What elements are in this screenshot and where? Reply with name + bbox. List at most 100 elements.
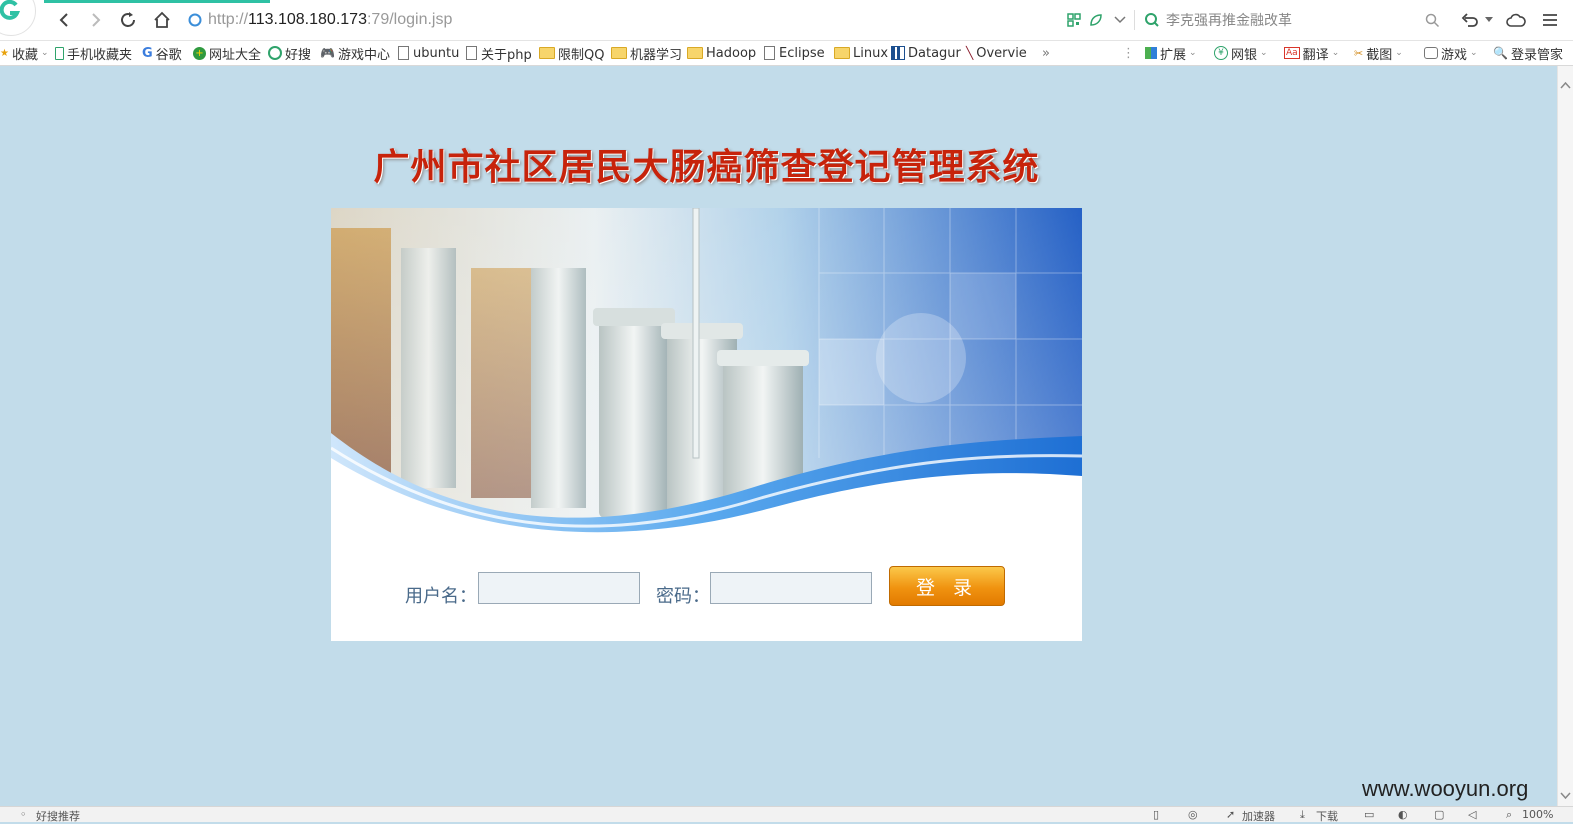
yuan-icon: ¥ [1214, 46, 1228, 60]
translate-menu[interactable]: Aa 翻译 ⌄ [1284, 44, 1340, 63]
bookmark-collect-label: 收藏 [11, 47, 38, 63]
browser-mode-icon[interactable]: ◐ [1398, 808, 1408, 821]
chevron-down-icon: ⌄ [1260, 48, 1268, 58]
bookmark-label: Overvie [976, 45, 1027, 61]
chevron-down-icon: ⌄ [1470, 48, 1478, 58]
browser-logo-icon[interactable] [0, 0, 36, 36]
extensions-label: 扩展 [1160, 47, 1187, 63]
back-button[interactable] [52, 8, 76, 32]
zoom-level[interactable]: 100% [1522, 808, 1553, 821]
bookmark-folder-linux[interactable]: Linux [834, 44, 888, 62]
download-button[interactable]: 下载 [1316, 808, 1338, 824]
chart-icon [891, 46, 905, 60]
bookmark-datagur[interactable]: Datagur [891, 44, 961, 62]
games-icon [1424, 47, 1438, 59]
lab-banner-image [331, 208, 1082, 553]
bookmark-label: Eclipse [779, 45, 825, 61]
gamepad-icon: 🎮 [320, 46, 335, 60]
chevron-down-icon: ⌄ [1395, 48, 1403, 58]
vertical-scrollbar[interactable] [1557, 66, 1573, 806]
login-button[interactable]: 登 录 [889, 566, 1005, 606]
bookmarks-more-button[interactable]: » [1042, 44, 1050, 62]
extensions-icon [1145, 47, 1157, 59]
undo-close-tab-icon[interactable] [1458, 8, 1482, 32]
feather-icon: ╲ [966, 46, 974, 60]
bookmark-collect[interactable]: ★ 收藏 ⌄ [0, 44, 49, 63]
bookmark-game-center[interactable]: 🎮 游戏中心 [320, 44, 390, 63]
site-directory-icon: + [193, 46, 206, 60]
bookmark-folder-qq[interactable]: 限制QQ [539, 44, 605, 63]
bookmark-label: 限制QQ [558, 47, 605, 63]
search-icon[interactable] [1420, 8, 1444, 32]
folder-icon [687, 47, 703, 59]
bookmark-folder-hadoop[interactable]: Hadoop [687, 44, 756, 62]
loading-progress-bar [44, 0, 270, 3]
bookmark-label: 谷歌 [155, 47, 182, 63]
browser-toolbar: http://113.108.180.173:79/login.jsp 李克强再… [0, 0, 1573, 41]
bookmark-label: 网址大全 [209, 47, 262, 63]
home-button[interactable] [150, 8, 174, 32]
page-title: 广州市社区居民大肠癌筛查登记管理系统 [373, 146, 1040, 188]
folder-icon [834, 47, 850, 59]
search-box[interactable]: 李克强再推金融改革 [1144, 8, 1444, 32]
folder-icon [611, 47, 627, 59]
window-icon[interactable]: ▢ [1434, 808, 1444, 821]
speaker-icon[interactable]: ◁ [1468, 808, 1476, 821]
vertical-dots-icon[interactable]: ⋮ [1122, 44, 1135, 62]
search-engine-icon [1145, 13, 1159, 27]
url-protocol: http:// [208, 11, 249, 28]
status-recommend[interactable]: 好搜推荐 [36, 808, 80, 824]
leaf-mode-icon[interactable] [1084, 8, 1108, 32]
page-globe-icon [188, 13, 202, 27]
forward-button[interactable] [84, 8, 108, 32]
bookmark-overview[interactable]: ╲ Overvie [966, 44, 1027, 62]
magnifier-key-icon: 🔍 [1493, 46, 1508, 60]
url-dropdown-icon[interactable] [1108, 8, 1132, 32]
online-banking-label: 网银 [1231, 47, 1258, 63]
layout-icon[interactable]: ▭ [1364, 808, 1374, 821]
page-icon[interactable]: ▯ [1153, 808, 1159, 821]
translate-label: 翻译 [1302, 47, 1329, 63]
bookmark-label: 好搜 [285, 47, 312, 63]
bookmark-label: 游戏中心 [337, 47, 390, 63]
bookmark-google[interactable]: G 谷歌 [142, 44, 182, 63]
screenshot-menu[interactable]: ✂ 截图 ⌄ [1354, 44, 1403, 63]
page-icon [466, 46, 477, 60]
download-icon: ⤓ [1300, 808, 1305, 821]
address-bar[interactable]: http://113.108.180.173:79/login.jsp [188, 8, 1058, 32]
login-manager[interactable]: 🔍 登录管家 [1493, 44, 1563, 63]
accelerator-button[interactable]: 加速器 [1242, 808, 1275, 824]
shield-icon[interactable]: ◎ [1188, 808, 1198, 821]
extensions-menu[interactable]: 扩展 ⌄ [1145, 44, 1197, 63]
undo-dropdown-icon[interactable] [1482, 8, 1496, 32]
bookmark-label: 机器学习 [630, 47, 683, 63]
star-icon: ★ [0, 47, 9, 59]
watermark: www.wooyun.org [1362, 776, 1529, 801]
page-icon [764, 46, 775, 60]
bookmark-mobile[interactable]: 手机收藏夹 [55, 44, 133, 63]
search-suggestion-text: 李克强再推金融改革 [1166, 13, 1292, 29]
menu-icon[interactable] [1538, 8, 1562, 32]
status-bar: ◦ 好搜推荐 ▯ ◎ ➚ 加速器 ⤓ 下载 ▭ ◐ ▢ ◁ ⌕ 100% [0, 806, 1573, 824]
password-input[interactable] [710, 572, 872, 604]
username-input[interactable] [478, 572, 640, 604]
bookmark-eclipse[interactable]: Eclipse [764, 44, 825, 62]
online-banking-menu[interactable]: ¥ 网银 ⌄ [1214, 44, 1268, 63]
bookmark-label: Datagur [908, 45, 961, 61]
qr-code-icon[interactable] [1062, 8, 1086, 32]
chevron-down-icon: ⌄ [1189, 48, 1197, 58]
bookmark-haosou[interactable]: 好搜 [268, 44, 312, 63]
bookmark-site-directory[interactable]: + 网址大全 [193, 44, 262, 63]
scroll-up-icon[interactable] [1558, 80, 1573, 92]
url-host: 113.108.180.173 [248, 11, 367, 28]
bookmark-label: 手机收藏夹 [67, 47, 133, 63]
bookmark-label: Hadoop [706, 45, 757, 61]
bookmark-folder-ml[interactable]: 机器学习 [611, 44, 683, 63]
bookmark-about-php[interactable]: 关于php [466, 44, 532, 63]
cloud-sync-icon[interactable] [1504, 8, 1528, 32]
bookmark-ubuntu[interactable]: ubuntu [398, 44, 459, 62]
games-menu[interactable]: 游戏 ⌄ [1424, 44, 1478, 63]
scroll-down-icon[interactable] [1558, 790, 1573, 802]
chevron-down-icon: ⌄ [1331, 48, 1340, 58]
reload-button[interactable] [116, 8, 140, 32]
